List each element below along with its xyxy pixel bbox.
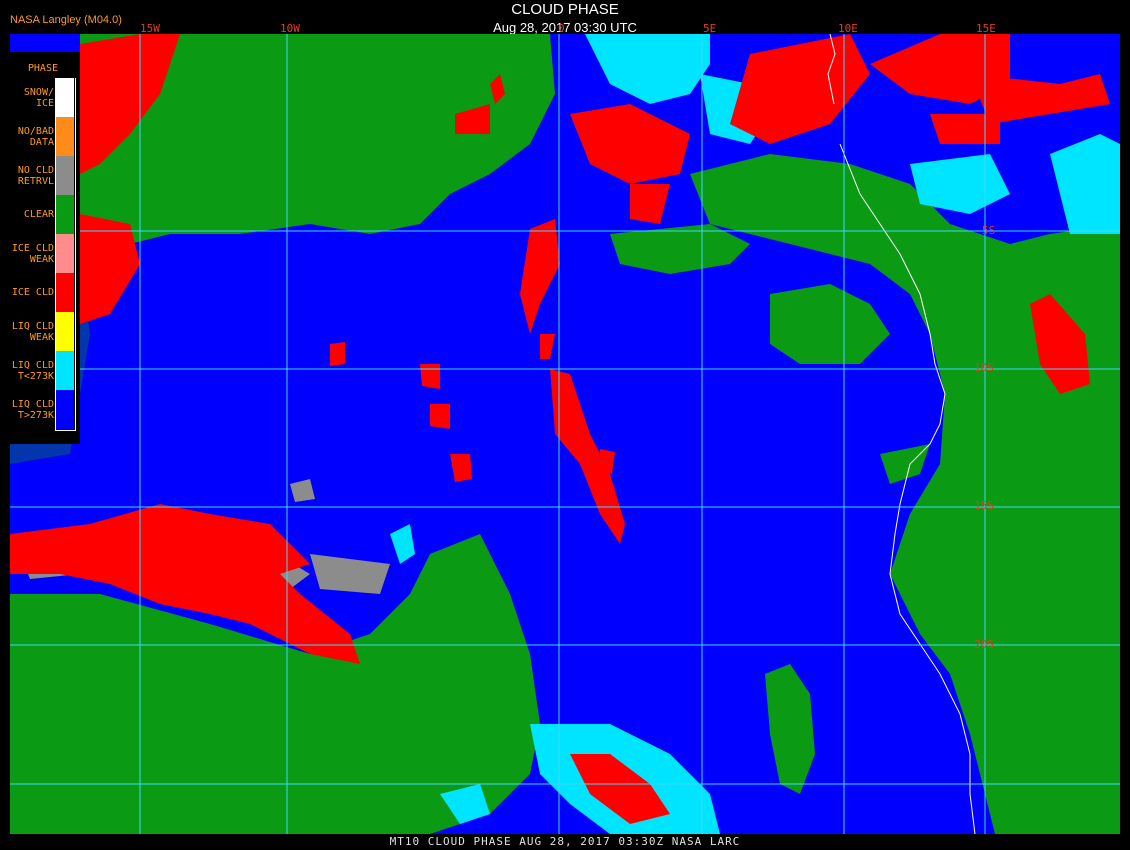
lon-label-15w: 15W — [140, 22, 160, 35]
legend-swatch — [56, 273, 74, 312]
legend-swatch — [56, 312, 74, 351]
cloud-phase-map — [10, 34, 1120, 834]
footer-caption: MT10 CLOUD PHASE AUG 28, 2017 03:30Z NAS… — [389, 835, 741, 848]
lat-label-5s: 5S — [982, 224, 996, 237]
lon-label-0: 0 — [558, 22, 565, 35]
lon-label-10e: 10E — [838, 22, 858, 35]
legend-label: NO/BAD DATA — [17, 125, 54, 148]
page-title: CLOUD PHASE — [511, 1, 619, 18]
lon-label-10w: 10W — [280, 22, 300, 35]
legend-label: ICE CLD WEAK — [11, 242, 54, 265]
legend-label: CLEAR — [23, 209, 54, 220]
legend-label: ICE CLD — [11, 287, 54, 298]
lon-label-15e: 15E — [976, 22, 996, 35]
lat-label-15s: 15S — [974, 499, 994, 512]
legend-swatch — [56, 351, 74, 390]
legend-label: SNOW/ICE — [23, 86, 54, 109]
timestamp: Aug 28, 2017 03:30 UTC — [493, 20, 637, 35]
phase-legend: PHASE SNOW/ICE NO/BAD DATA NO CLD RETRVL CLEA… — [0, 52, 80, 444]
legend-swatch — [56, 234, 74, 273]
legend-swatch — [56, 390, 74, 429]
legend-label: LIQ CLD T>273K — [11, 398, 54, 421]
legend-swatch — [56, 195, 74, 234]
lon-label-5e: 5E — [703, 22, 717, 35]
legend-label: LIQ CLD T<273K — [11, 359, 54, 382]
legend-label: NO CLD RETRVL — [17, 164, 54, 187]
lat-label-10s: 10S — [974, 361, 994, 374]
legend-swatch — [56, 156, 74, 195]
lat-label-20s: 20S — [974, 638, 994, 651]
legend-title: PHASE — [27, 63, 58, 74]
legend-swatch — [56, 117, 74, 156]
legend-label: LIQ CLD WEAK — [11, 320, 54, 343]
legend-swatch — [56, 78, 74, 117]
